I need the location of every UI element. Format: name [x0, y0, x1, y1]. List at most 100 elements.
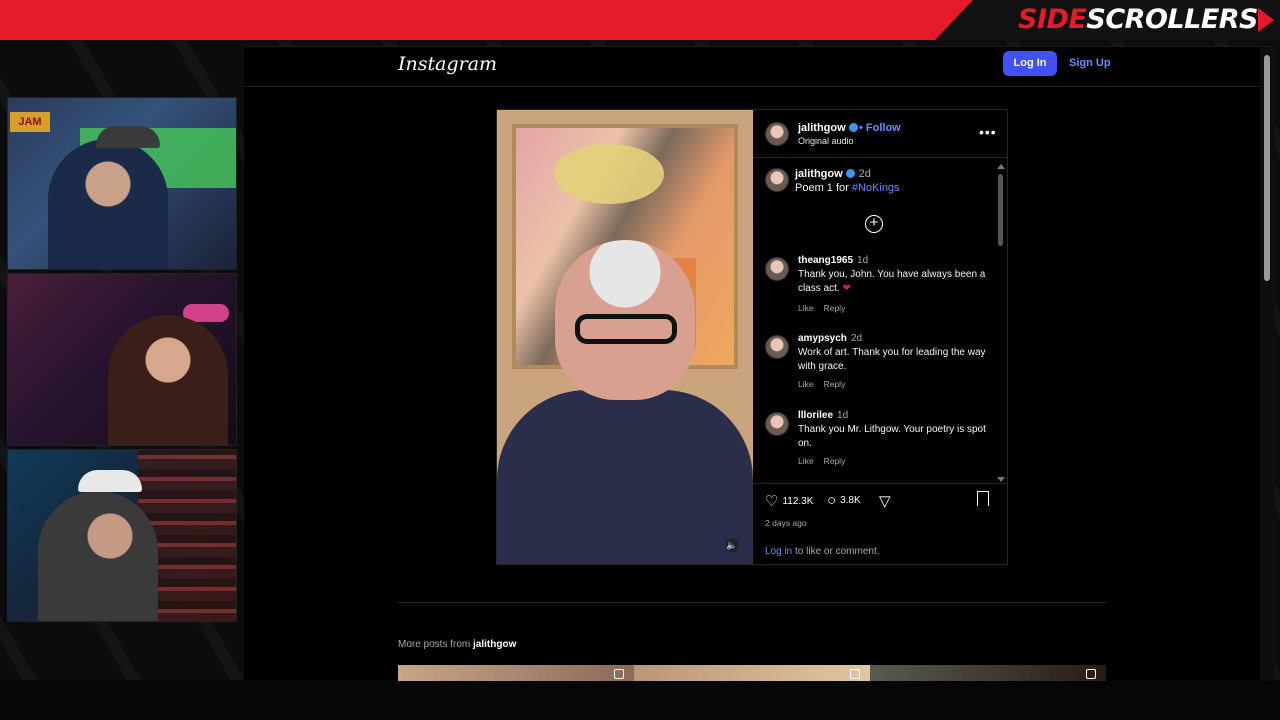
post-thumbnail[interactable] — [398, 665, 634, 681]
post-video[interactable]: 🔈 — [497, 110, 753, 564]
reel-icon — [614, 669, 624, 679]
follow-link[interactable]: • Follow — [859, 122, 901, 134]
comment-reply-button[interactable]: Reply — [824, 303, 846, 313]
more-posts-label: More posts from — [398, 639, 474, 650]
post-thumbnail[interactable] — [634, 665, 870, 681]
more-posts-grid — [398, 665, 1106, 681]
author-name[interactable]: jalithgow — [798, 122, 846, 134]
top-banner: SIDESCROLLERS — [0, 0, 1280, 40]
caption-text: Poem 1 for #NoKings — [795, 182, 900, 194]
caption-user[interactable]: jalithgow — [795, 168, 843, 180]
caption-avatar[interactable] — [765, 168, 789, 192]
author-avatar[interactable] — [765, 122, 789, 146]
comment-user[interactable]: theang1965 — [798, 255, 853, 266]
comment-actions: Like Reply — [798, 303, 855, 313]
comment-text: Work of art. Thank you for leading the w… — [798, 347, 986, 372]
more-posts-user-link[interactable]: jalithgow — [473, 639, 516, 650]
comments-count[interactable]: 3.8K — [840, 495, 861, 506]
more-posts-heading: More posts from jalithgow — [398, 639, 516, 650]
add-icon[interactable]: + — [865, 215, 883, 233]
heart-icon[interactable]: ♡ — [765, 493, 778, 510]
stream-layout: SIDESCROLLERS JAM Instagram Log In Sign … — [0, 0, 1280, 720]
post-actions: ♡ 112.3K ○ 3.8K ▽ 2 days ago — [753, 483, 1007, 533]
comment-user[interactable]: lllorilee — [798, 410, 833, 421]
instagram-header: Instagram Log In Sign Up — [244, 47, 1260, 87]
audio-label[interactable]: Original audio — [798, 136, 854, 146]
webcam-host-3 — [7, 449, 237, 622]
page-scrollbar[interactable] — [1260, 47, 1274, 681]
comment-time: 2d — [850, 333, 863, 344]
share-action[interactable]: ▽ — [879, 492, 895, 510]
post-thumbnail[interactable] — [870, 665, 1106, 681]
comment-item: theang1965 1d Thank you, John. You have a… — [765, 255, 997, 327]
speaker-body — [497, 390, 753, 564]
audio-icon[interactable]: 🔈 — [725, 538, 739, 552]
comment-like-button[interactable]: Like — [798, 379, 814, 389]
webcam-host-2 — [7, 273, 237, 446]
comment-username[interactable]: theang1965 1d — [798, 255, 868, 266]
comment-item: amypsych 2d Work of art. Thank you for le… — [765, 333, 997, 405]
post-side-panel: jalithgow • Follow Original audio ••• ja… — [753, 110, 1007, 564]
comment-like-button[interactable]: Like — [798, 303, 814, 313]
comment-username[interactable]: amypsych 2d — [798, 333, 862, 344]
instagram-post: 🔈 jalithgow • Follow Original audio ••• … — [496, 109, 1008, 565]
comment-text: Thank you, John. You have always been a … — [798, 268, 988, 296]
comment-icon[interactable]: ○ — [827, 492, 836, 509]
comment-item: lllorilee 1d Thank you Mr. Lithgow. Your … — [765, 410, 997, 479]
logo-side-text: SIDE — [1018, 4, 1087, 35]
verified-badge-icon — [845, 169, 855, 178]
more-options-icon[interactable]: ••• — [979, 124, 997, 140]
hashtag-link[interactable]: #NoKings — [852, 182, 900, 194]
comment-text: Thank you Mr. Lithgow. Your poetry is sp… — [798, 424, 986, 449]
signup-button[interactable]: Sign Up — [1069, 57, 1111, 69]
instagram-page: Instagram Log In Sign Up 🔈 jalithgow • F… — [244, 46, 1274, 681]
host-2 — [108, 315, 228, 445]
sidescrollers-logo: SIDESCROLLERS — [1018, 4, 1258, 35]
share-icon[interactable]: ▽ — [879, 493, 891, 510]
cap — [78, 470, 142, 492]
reel-icon — [850, 669, 860, 679]
section-divider — [398, 602, 1106, 603]
comment-user[interactable]: amypsych — [798, 333, 847, 344]
reel-icon — [1086, 669, 1096, 679]
comment-time: 1d — [857, 255, 869, 266]
comments-list: jalithgow 2d Poem 1 for #NoKings + theang… — [753, 159, 1007, 479]
comments-scrollbar[interactable] — [996, 164, 1005, 482]
comment-action[interactable]: ○ 3.8K — [827, 492, 861, 509]
comment-avatar[interactable] — [765, 335, 789, 359]
bookmark-icon[interactable] — [977, 491, 989, 508]
play-arrow-icon — [1258, 8, 1274, 32]
like-action[interactable]: ♡ 112.3K — [765, 492, 813, 510]
comment-reply-button[interactable]: Reply — [824, 379, 846, 389]
login-link[interactable]: Log in — [765, 546, 792, 557]
comment-time: 1d — [837, 410, 849, 421]
login-button[interactable]: Log In — [1003, 51, 1057, 76]
cap — [96, 126, 160, 148]
painting-shape — [554, 144, 664, 204]
scroll-up-arrow-icon[interactable] — [997, 164, 1005, 169]
scroll-down-arrow-icon[interactable] — [997, 477, 1005, 482]
verified-badge-icon — [848, 123, 858, 132]
instagram-logo[interactable]: Instagram — [398, 53, 497, 75]
likes-count[interactable]: 112.3K — [782, 496, 813, 507]
login-prompt-text: to like or comment. — [792, 546, 880, 557]
host-3 — [38, 491, 158, 621]
scroll-thumb[interactable] — [998, 174, 1003, 246]
comment-actions: Like Reply — [798, 379, 855, 389]
webcam-host-1: JAM — [7, 97, 237, 270]
comment-avatar[interactable] — [765, 257, 789, 281]
heart-emoji-icon: ❤ — [842, 283, 851, 294]
logo-scrollers-text: SCROLLERS — [1086, 4, 1258, 35]
host-1 — [48, 139, 168, 269]
arcade-sign: JAM — [10, 112, 50, 132]
author-username[interactable]: jalithgow — [798, 122, 858, 134]
page-scroll-thumb[interactable] — [1264, 55, 1270, 281]
caption-username[interactable]: jalithgow 2d — [795, 168, 871, 180]
login-prompt: Log in to like or comment. — [765, 546, 880, 557]
comment-reply-button[interactable]: Reply — [824, 456, 846, 466]
comment-username[interactable]: lllorilee 1d — [798, 410, 848, 421]
post-age[interactable]: 2 days ago — [765, 518, 807, 528]
comment-actions: Like Reply — [798, 456, 855, 466]
comment-like-button[interactable]: Like — [798, 456, 814, 466]
comment-avatar[interactable] — [765, 412, 789, 436]
